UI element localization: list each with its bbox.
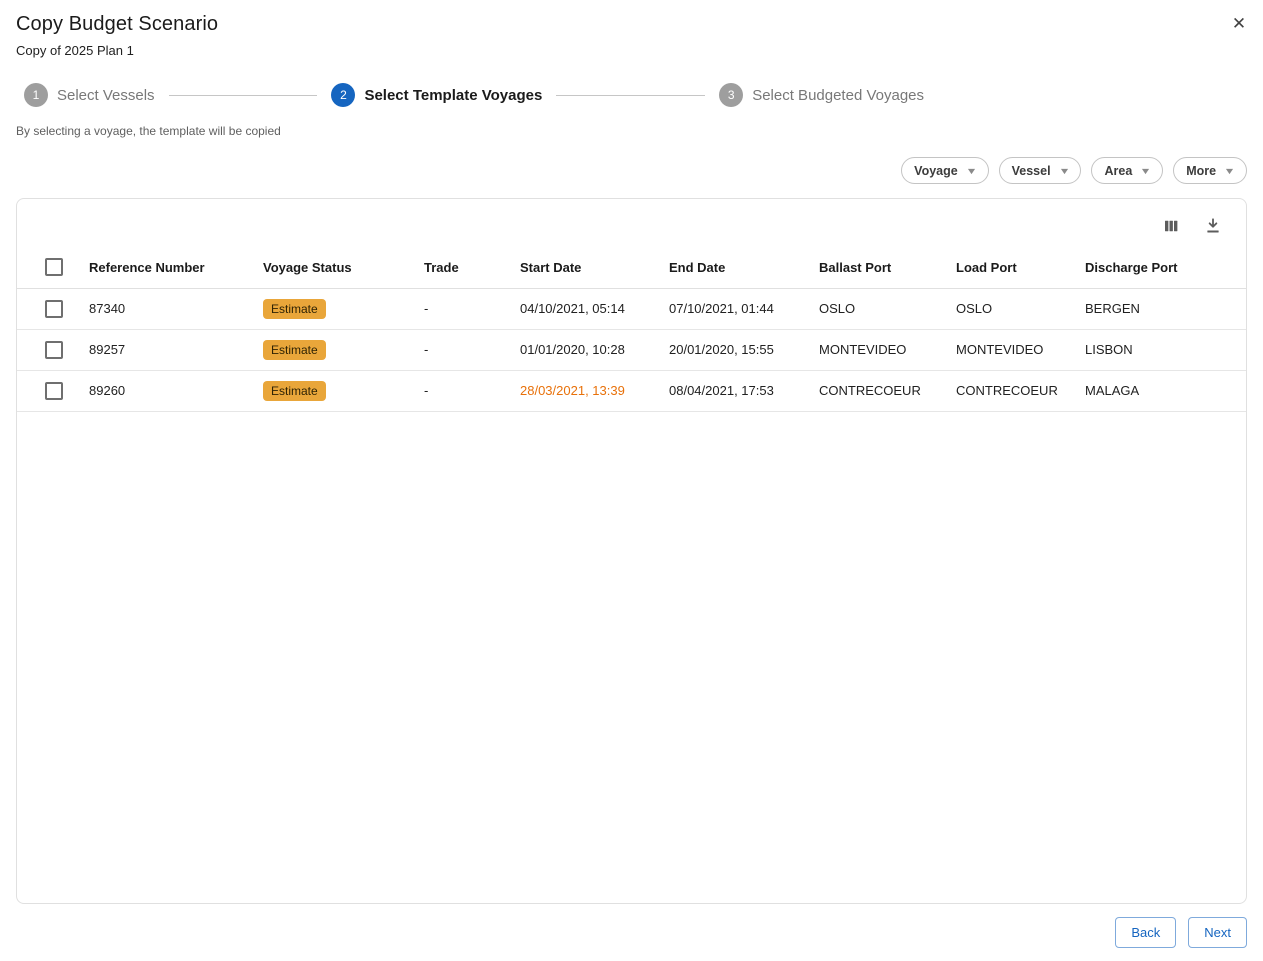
page-title: Copy Budget Scenario xyxy=(16,13,1247,36)
cell-discharge-port: MALAGA xyxy=(1075,370,1246,411)
status-badge: Estimate xyxy=(263,299,326,319)
filter-voyage-label: Voyage xyxy=(914,164,958,178)
cell-discharge-port: BERGEN xyxy=(1075,288,1246,329)
cell-trade: - xyxy=(414,329,510,370)
row-checkbox[interactable] xyxy=(45,300,63,318)
col-end-date: End Date xyxy=(659,247,809,288)
filter-vessel[interactable]: Vessel ▼ xyxy=(999,157,1082,184)
table-toolbar xyxy=(17,199,1246,247)
cell-end-date: 07/10/2021, 01:44 xyxy=(659,288,809,329)
chevron-down-icon: ▼ xyxy=(1058,166,1070,176)
step-select-vessels[interactable]: 1 Select Vessels xyxy=(24,83,155,107)
dialog-header: Copy Budget Scenario Copy of 2025 Plan 1… xyxy=(0,0,1263,58)
chevron-down-icon: ▼ xyxy=(1140,166,1152,176)
cell-load-port: MONTEVIDEO xyxy=(946,329,1075,370)
col-load-port: Load Port xyxy=(946,247,1075,288)
copy-budget-scenario-dialog: Copy Budget Scenario Copy of 2025 Plan 1… xyxy=(0,0,1263,941)
row-checkbox[interactable] xyxy=(45,382,63,400)
cell-ballast-port: MONTEVIDEO xyxy=(809,329,946,370)
status-badge: Estimate xyxy=(263,340,326,360)
cell-ballast-port: OSLO xyxy=(809,288,946,329)
step-3-circle: 3 xyxy=(719,83,743,107)
filter-more[interactable]: More ▼ xyxy=(1173,157,1247,184)
cell-voyage-status: Estimate xyxy=(253,370,414,411)
cell-voyage-status: Estimate xyxy=(253,288,414,329)
table-row[interactable]: 89260 Estimate - 28/03/2021, 13:39 08/04… xyxy=(17,370,1246,411)
col-start-date: Start Date xyxy=(510,247,659,288)
cell-end-date: 20/01/2020, 15:55 xyxy=(659,329,809,370)
filter-bar: Voyage ▼ Vessel ▼ Area ▼ More ▼ xyxy=(0,157,1263,184)
col-ballast-port: Ballast Port xyxy=(809,247,946,288)
col-discharge-port: Discharge Port xyxy=(1075,247,1246,288)
col-reference-number: Reference Number xyxy=(79,247,253,288)
stepper: 1 Select Vessels 2 Select Template Voyag… xyxy=(0,83,948,107)
chevron-down-icon: ▼ xyxy=(965,166,977,176)
col-trade: Trade xyxy=(414,247,510,288)
row-checkbox-cell xyxy=(17,370,79,411)
table-header-row: Reference Number Voyage Status Trade Sta… xyxy=(17,247,1246,288)
next-button[interactable]: Next xyxy=(1188,917,1247,948)
filter-more-label: More xyxy=(1186,164,1216,178)
cell-discharge-port: LISBON xyxy=(1075,329,1246,370)
stepper-connector xyxy=(169,95,318,96)
step-1-label: Select Vessels xyxy=(57,87,155,104)
close-icon[interactable]: ✕ xyxy=(1227,12,1251,36)
table-row[interactable]: 89257 Estimate - 01/01/2020, 10:28 20/01… xyxy=(17,329,1246,370)
step-select-template-voyages[interactable]: 2 Select Template Voyages xyxy=(331,83,542,107)
cell-trade: - xyxy=(414,370,510,411)
filter-vessel-label: Vessel xyxy=(1012,164,1051,178)
step-select-budgeted-voyages[interactable]: 3 Select Budgeted Voyages xyxy=(719,83,924,107)
cell-ballast-port: CONTRECOEUR xyxy=(809,370,946,411)
step-2-label: Select Template Voyages xyxy=(364,87,542,104)
filter-area[interactable]: Area ▼ xyxy=(1091,157,1163,184)
filter-area-label: Area xyxy=(1104,164,1132,178)
step-1-circle: 1 xyxy=(24,83,48,107)
chevron-down-icon: ▼ xyxy=(1224,166,1236,176)
cell-start-date: 04/10/2021, 05:14 xyxy=(510,288,659,329)
helper-text: By selecting a voyage, the template will… xyxy=(0,124,1263,138)
col-voyage-status: Voyage Status xyxy=(253,247,414,288)
filter-voyage[interactable]: Voyage ▼ xyxy=(901,157,988,184)
column-settings-icon[interactable] xyxy=(1160,215,1182,237)
cell-reference-number: 89260 xyxy=(79,370,253,411)
row-checkbox-cell xyxy=(17,288,79,329)
page-subtitle: Copy of 2025 Plan 1 xyxy=(16,43,1247,58)
cell-reference-number: 87340 xyxy=(79,288,253,329)
row-checkbox[interactable] xyxy=(45,341,63,359)
download-icon[interactable] xyxy=(1202,215,1224,237)
cell-trade: - xyxy=(414,288,510,329)
back-button[interactable]: Back xyxy=(1115,917,1176,948)
dialog-footer: Back Next xyxy=(0,904,1263,961)
row-checkbox-cell xyxy=(17,329,79,370)
status-badge: Estimate xyxy=(263,381,326,401)
cell-voyage-status: Estimate xyxy=(253,329,414,370)
cell-load-port: CONTRECOEUR xyxy=(946,370,1075,411)
select-all-checkbox[interactable] xyxy=(45,258,63,276)
cell-load-port: OSLO xyxy=(946,288,1075,329)
cell-start-date: 01/01/2020, 10:28 xyxy=(510,329,659,370)
voyages-table-card: Reference Number Voyage Status Trade Sta… xyxy=(16,198,1247,904)
step-2-circle: 2 xyxy=(331,83,355,107)
cell-start-date: 28/03/2021, 13:39 xyxy=(510,370,659,411)
select-all-cell xyxy=(17,247,79,288)
step-3-label: Select Budgeted Voyages xyxy=(752,87,924,104)
stepper-connector xyxy=(556,95,705,96)
table-row[interactable]: 87340 Estimate - 04/10/2021, 05:14 07/10… xyxy=(17,288,1246,329)
cell-reference-number: 89257 xyxy=(79,329,253,370)
voyages-table: Reference Number Voyage Status Trade Sta… xyxy=(17,247,1246,412)
table-body: 87340 Estimate - 04/10/2021, 05:14 07/10… xyxy=(17,288,1246,411)
cell-end-date: 08/04/2021, 17:53 xyxy=(659,370,809,411)
